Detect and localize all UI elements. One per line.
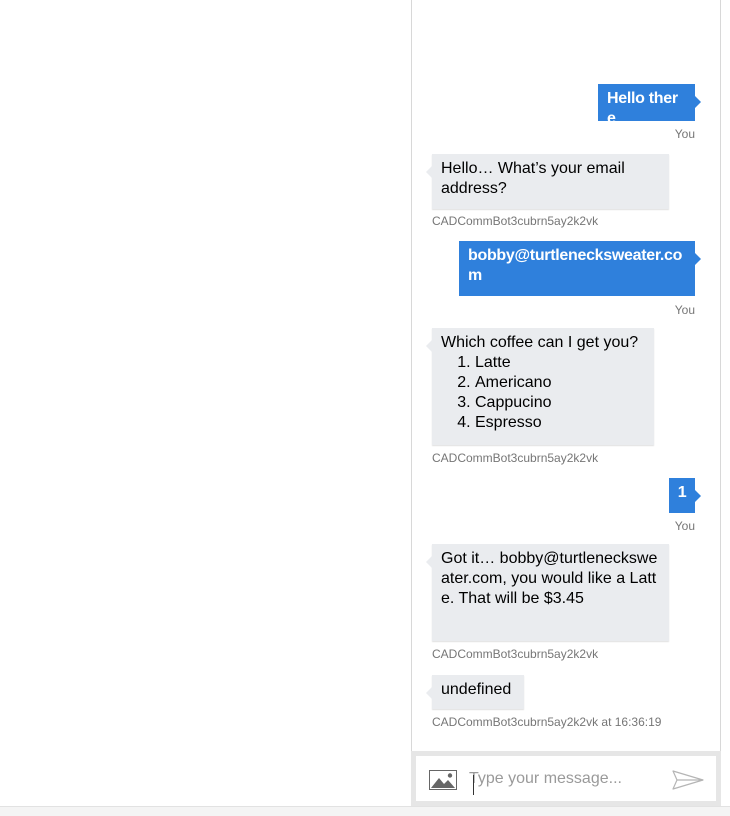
bot-message-bubble: Which coffee can I get you? Latte Americ… [426, 328, 654, 445]
message-sender: You [674, 127, 695, 141]
message-input[interactable] [469, 766, 664, 792]
chat-panel: Hello there You Hello… What’s your email… [411, 0, 721, 806]
message-input-box [416, 756, 716, 801]
coffee-option: Latte [475, 353, 645, 373]
user-message-bubble: Hello there [598, 84, 701, 127]
message-text: Got it… bobby@turtlenecksweater.com, you… [441, 550, 658, 607]
bot-message-bubble: undefined [426, 675, 524, 709]
coffee-question: Which coffee can I get you? [441, 334, 639, 351]
message-text: 1 [677, 484, 687, 501]
message-sender: CADCommBot3cubrn5ay2k2vk at 16:36:19 [432, 715, 662, 729]
bottom-strip [0, 806, 730, 816]
left-pane [0, 0, 411, 806]
send-icon[interactable] [672, 770, 704, 790]
message-sender: CADCommBot3cubrn5ay2k2vk [432, 451, 599, 465]
coffee-options-list: Latte Americano Cappucino Espresso [441, 353, 645, 433]
user-message-bubble: 1 [669, 478, 701, 513]
coffee-option: Espresso [475, 413, 645, 433]
message-text: undefined [441, 681, 512, 698]
message-text: Hello there [607, 90, 678, 127]
message-text: bobby@turtlenecksweater.com [468, 247, 683, 284]
text-caret [473, 775, 474, 795]
message-sender: CADCommBot3cubrn5ay2k2vk [432, 647, 599, 661]
bot-message-bubble: Got it… bobby@turtlenecksweater.com, you… [426, 544, 669, 641]
user-message-bubble: bobby@turtlenecksweater.com [459, 241, 701, 296]
coffee-option: Americano [475, 373, 645, 393]
message-sender: CADCommBot3cubrn5ay2k2vk [432, 214, 599, 228]
message-sender: You [674, 303, 695, 317]
page: Hello there You Hello… What’s your email… [0, 0, 730, 816]
message-input-bar [411, 751, 721, 806]
image-icon[interactable] [429, 770, 457, 790]
bot-message-bubble: Hello… What’s your email address? [426, 154, 669, 209]
message-text: Hello… What’s your email address? [441, 160, 625, 197]
coffee-option: Cappucino [475, 393, 645, 413]
message-sender: You [674, 519, 695, 533]
